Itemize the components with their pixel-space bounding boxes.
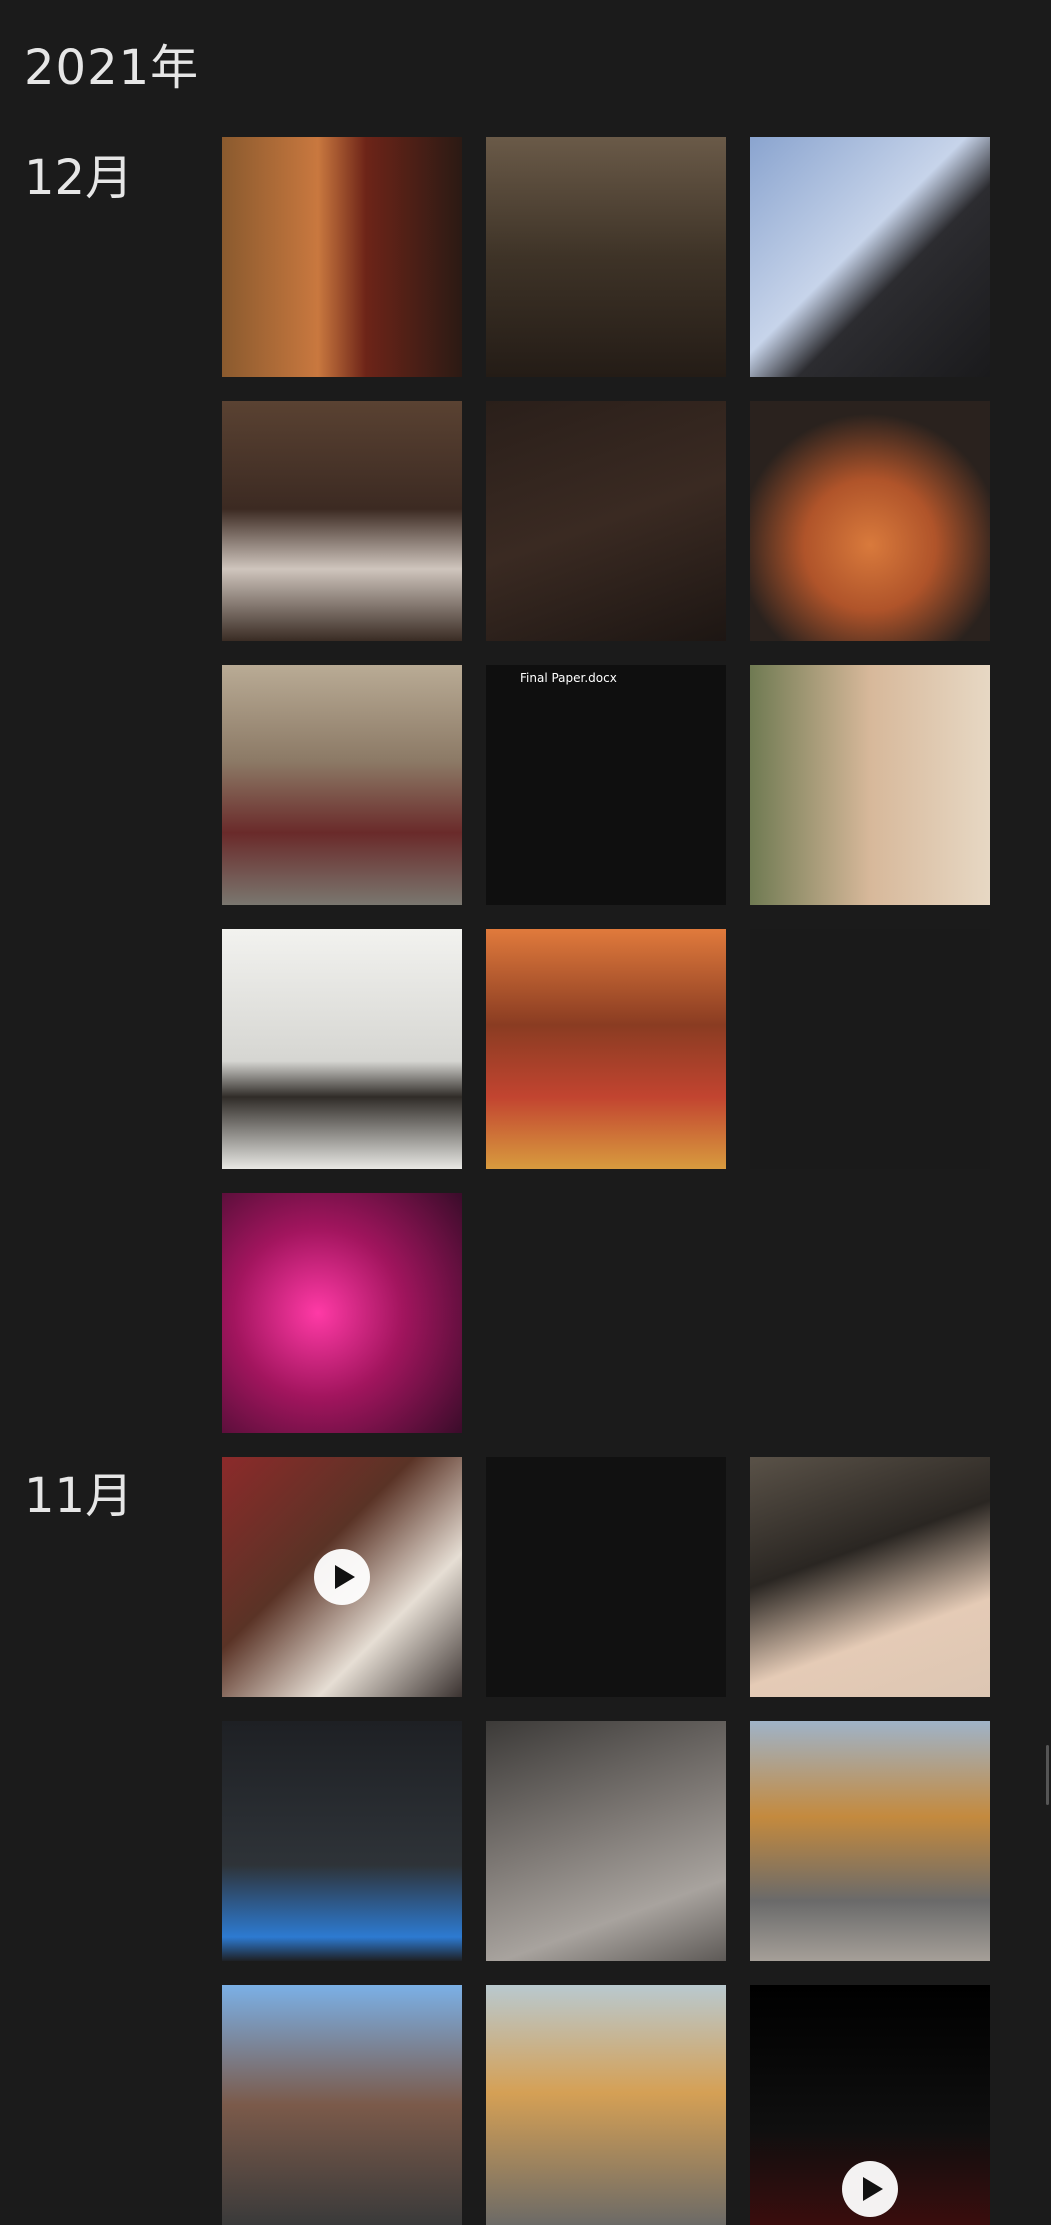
dark-blurry-photo[interactable] xyxy=(486,401,726,641)
food-table-photo[interactable] xyxy=(222,137,462,377)
masked-selfie-photo[interactable] xyxy=(222,401,462,641)
gray-cat-photo[interactable] xyxy=(486,1721,726,1961)
street-portrait-photo[interactable] xyxy=(222,665,462,905)
restaurant-food-photo[interactable] xyxy=(486,929,726,1169)
photo-grid-november xyxy=(222,1457,990,2225)
birthday-cake-video[interactable] xyxy=(222,1457,462,1697)
staircase-portrait-photo[interactable] xyxy=(486,137,726,377)
autumn-road-photo[interactable] xyxy=(750,1721,990,1961)
play-icon[interactable] xyxy=(314,1549,370,1605)
victorian-building-photo[interactable] xyxy=(222,1985,462,2225)
skyscraper-photo[interactable] xyxy=(750,137,990,377)
year-header: 2021年 xyxy=(24,40,200,96)
month-label-november: 11月 xyxy=(24,1468,134,1524)
bandaged-finger-photo[interactable] xyxy=(750,1457,990,1697)
code-editor-screenshot[interactable] xyxy=(222,1721,462,1961)
whiteboard-classroom-photo[interactable] xyxy=(222,929,462,1169)
message-list-screenshot[interactable] xyxy=(750,929,990,1169)
play-icon[interactable] xyxy=(842,2161,898,2217)
pink-light-selfie-photo[interactable] xyxy=(222,1193,462,1433)
chat-screenshot[interactable] xyxy=(486,1457,726,1697)
month-label-december: 12月 xyxy=(24,150,134,206)
autumn-path-photo[interactable] xyxy=(486,1985,726,2225)
dark-car-video[interactable] xyxy=(750,1985,990,2225)
scroll-indicator[interactable] xyxy=(1046,1745,1049,1805)
file-name-caption: Final Paper.docx xyxy=(520,671,617,685)
chat-screenshot[interactable]: Final Paper.docx xyxy=(486,665,726,905)
ramen-photo[interactable] xyxy=(750,401,990,641)
two-girls-selfie-photo[interactable] xyxy=(750,665,990,905)
photo-grid-december: Final Paper.docx xyxy=(222,137,990,1433)
